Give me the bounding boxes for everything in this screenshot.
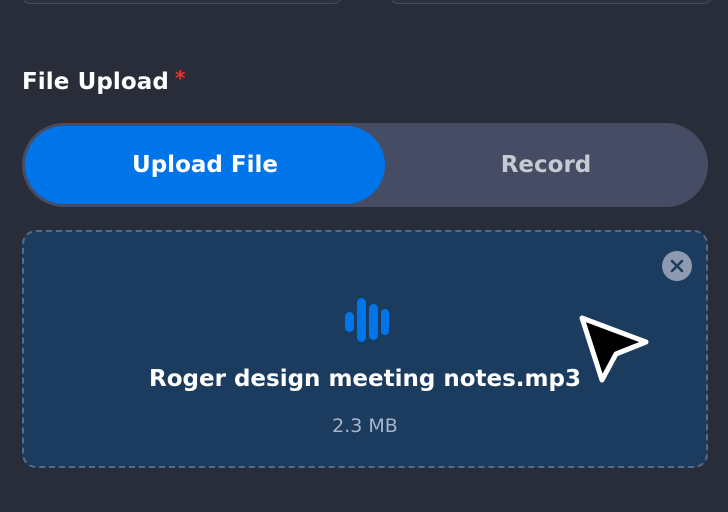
- remove-file-button[interactable]: [662, 251, 692, 281]
- mouse-pointer-icon: [579, 315, 649, 383]
- previous-input-field[interactable]: [22, 0, 342, 4]
- upload-file-tab[interactable]: Upload File: [25, 126, 385, 204]
- close-icon: [670, 259, 684, 273]
- upload-mode-toggle: Upload File Record: [22, 123, 708, 207]
- file-upload-label-text: File Upload: [22, 69, 169, 95]
- record-tab[interactable]: Record: [387, 126, 705, 204]
- previous-input-field-right[interactable]: [390, 0, 712, 4]
- uploaded-file-size: 2.3 MB: [332, 415, 398, 437]
- required-asterisk: *: [175, 66, 186, 90]
- file-upload-label: File Upload *: [22, 66, 186, 98]
- audio-waveform-icon: [345, 298, 389, 342]
